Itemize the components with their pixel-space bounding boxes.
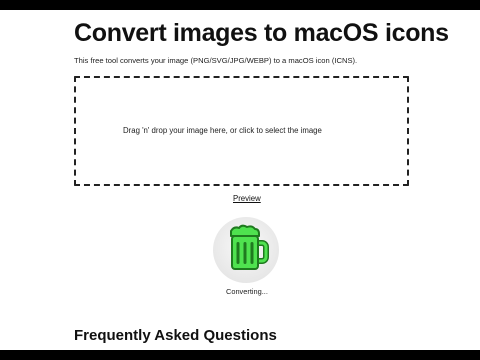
dropzone-text: Drag 'n' drop your image here, or click …	[123, 126, 322, 135]
conversion-status: Converting...	[226, 287, 268, 296]
preview-link[interactable]: Preview	[233, 194, 261, 203]
faq-heading: Frequently Asked Questions	[74, 327, 277, 344]
bottom-black-bar	[0, 350, 480, 360]
top-black-bar	[0, 0, 480, 10]
page-title: Convert images to macOS icons	[74, 19, 449, 47]
intro-text: This free tool converts your image (PNG/…	[74, 56, 358, 65]
beer-mug-icon	[212, 216, 280, 284]
image-dropzone[interactable]: Drag 'n' drop your image here, or click …	[74, 76, 409, 186]
